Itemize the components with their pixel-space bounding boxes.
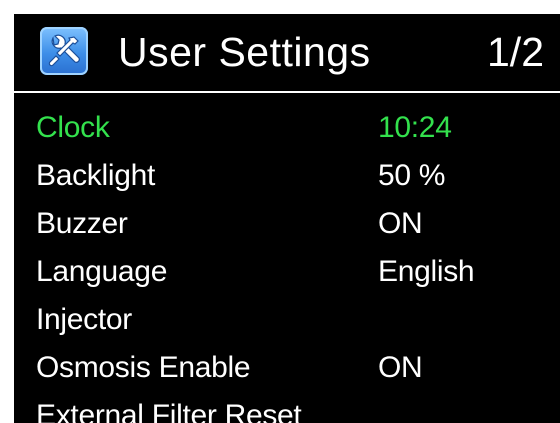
device-screen: User Settings 1/2 Clock 10:24 Backlight …: [14, 14, 560, 423]
page-title: User Settings: [118, 29, 371, 75]
menu-item-value: English: [378, 255, 475, 288]
menu-item-value: 50 %: [378, 159, 446, 192]
menu-item-label: Injector: [36, 303, 132, 336]
menu-item-label: Osmosis Enable: [36, 351, 251, 384]
menu-item-value: ON: [378, 207, 423, 240]
settings-menu: Clock 10:24 Backlight 50 % Buzzer ON Lan…: [14, 104, 560, 423]
menu-item-language[interactable]: Language English: [14, 248, 560, 296]
menu-item-backlight[interactable]: Backlight 50 %: [14, 152, 560, 200]
menu-item-label: Language: [36, 255, 168, 288]
tools-icon: [40, 27, 88, 75]
menu-item-buzzer[interactable]: Buzzer ON: [14, 200, 560, 248]
menu-item-label: Buzzer: [36, 207, 128, 240]
menu-item-external-filter-reset[interactable]: External Filter Reset: [14, 392, 560, 423]
menu-item-label: Backlight: [36, 159, 156, 192]
header-divider: [14, 91, 560, 93]
menu-item-value: 10:24: [378, 111, 452, 144]
menu-item-label: External Filter Reset: [36, 399, 302, 423]
menu-item-label: Clock: [36, 111, 110, 144]
page-indicator: 1/2: [487, 29, 544, 75]
menu-item-injector[interactable]: Injector: [14, 296, 560, 344]
menu-item-osmosis-enable[interactable]: Osmosis Enable ON: [14, 344, 560, 392]
menu-item-clock[interactable]: Clock 10:24: [14, 104, 560, 152]
header: User Settings 1/2: [14, 14, 560, 92]
menu-item-value: ON: [378, 351, 423, 384]
